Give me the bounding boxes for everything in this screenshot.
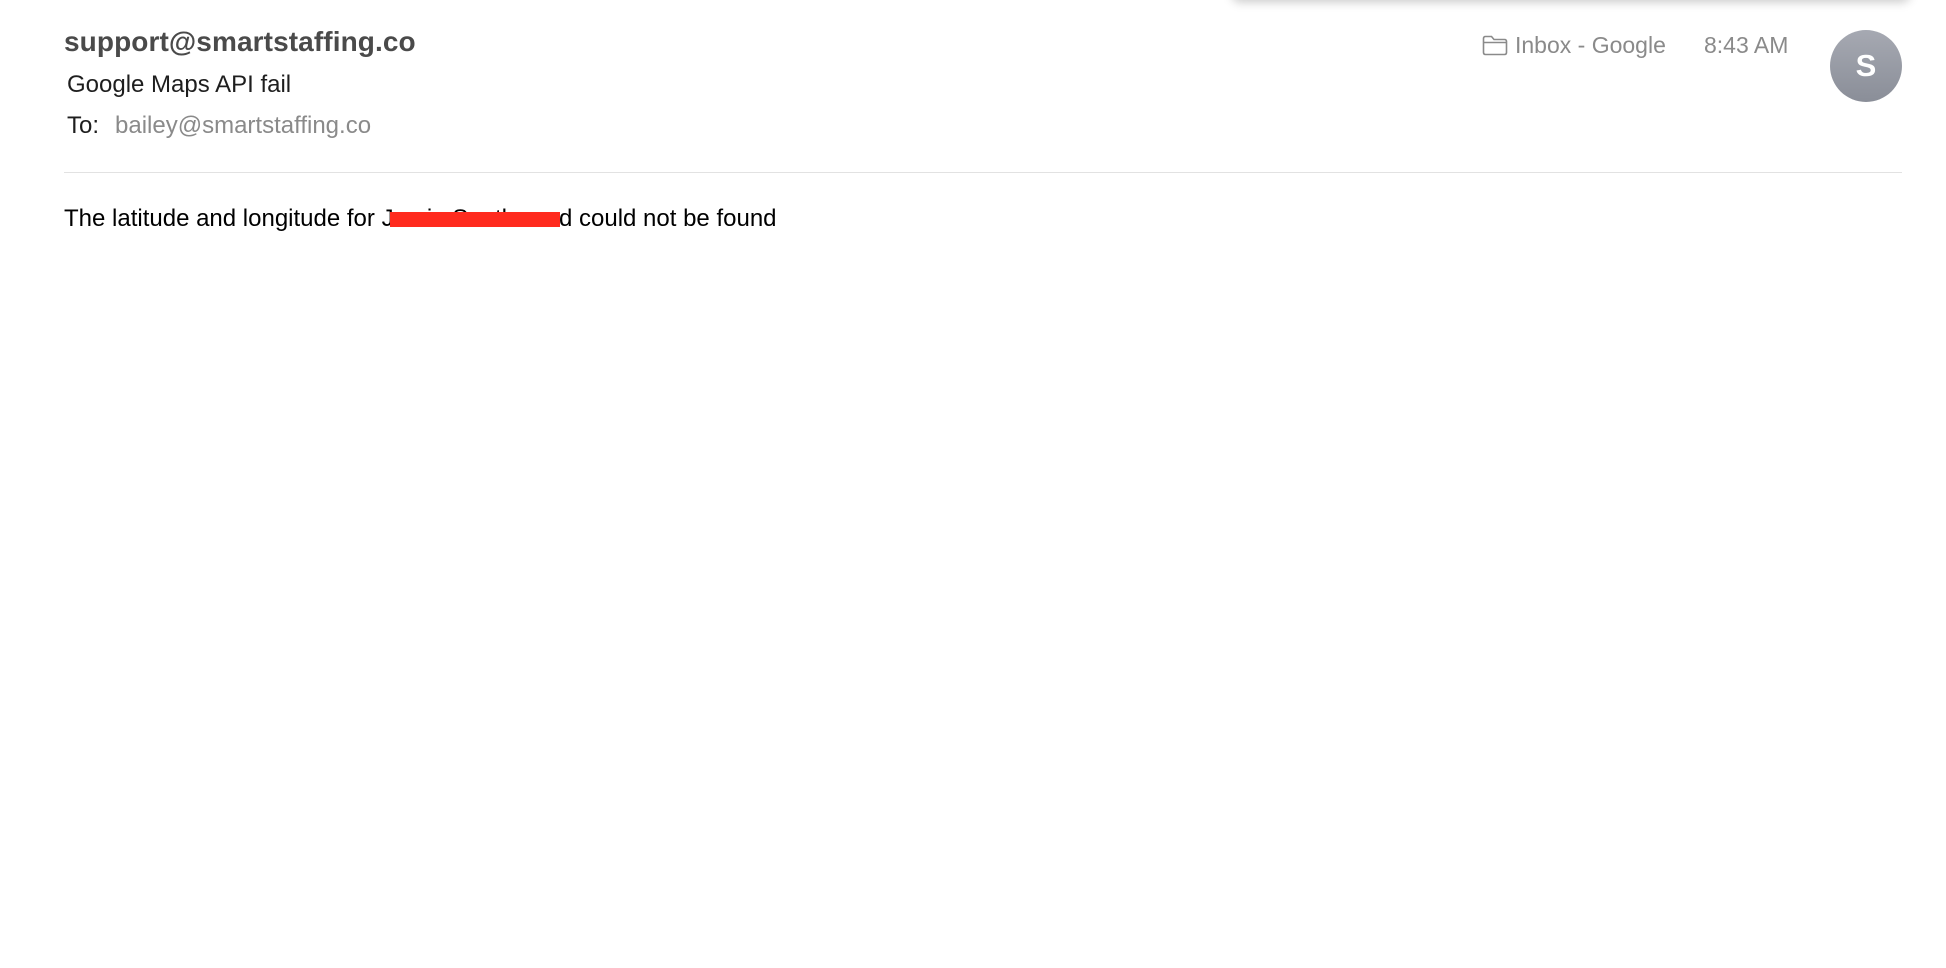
message-subject: Google Maps API fail xyxy=(67,71,292,98)
recipient-address[interactable]: bailey@smartstaffing.co xyxy=(115,112,371,140)
redaction-bar xyxy=(389,212,561,227)
mailbox-location[interactable]: Inbox - Google xyxy=(1482,32,1666,59)
avatar[interactable]: S xyxy=(1830,30,1902,102)
mailbox-label: Inbox - Google xyxy=(1515,32,1666,58)
message-time: 8:43 AM xyxy=(1704,32,1789,58)
body-text-before: The latitude and longitude for xyxy=(64,205,382,232)
recipient-line: To: bailey@smartstaffing.co xyxy=(67,112,371,140)
avatar-initial: S xyxy=(1855,48,1877,83)
email-viewer: support@smartstaffing.co Google Maps API… xyxy=(0,0,1946,968)
folder-icon xyxy=(1482,35,1508,56)
redacted-name: Jamie Southwood xyxy=(382,205,573,233)
message-body: The latitude and longitude for Jamie Sou… xyxy=(64,205,777,233)
sender-address[interactable]: support@smartstaffing.co xyxy=(64,26,416,58)
body-text-after: could not be found xyxy=(572,205,777,232)
to-label: To: xyxy=(67,112,100,139)
message-header: support@smartstaffing.co Google Maps API… xyxy=(64,0,1902,173)
header-divider xyxy=(64,172,1902,173)
